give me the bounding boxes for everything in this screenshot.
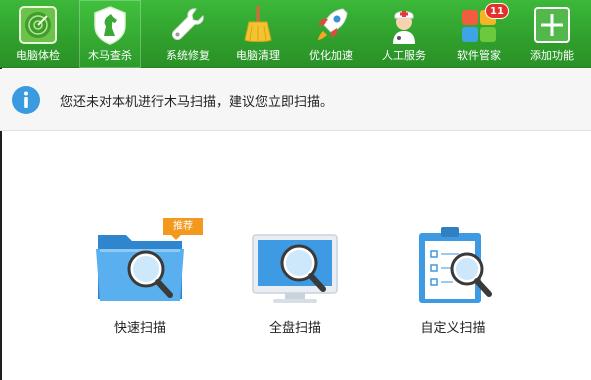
rocket-icon [318,8,348,40]
tool-label: 软件管家 [457,49,501,62]
tool-label: 优化加速 [309,49,353,62]
quick-scan-label: 快速扫描 [113,321,166,336]
tool-software-manager[interactable]: 11 软件管家 [443,0,515,68]
custom-scan-button[interactable]: 自定义扫描 [388,215,518,345]
monitor-search-icon [252,234,338,303]
notice-text: 您还未对本机进行木马扫描，建议您立即扫描。 [60,95,334,110]
horse-shield-icon [94,6,126,45]
tool-label: 电脑清理 [236,49,280,62]
wrench-icon [172,8,204,40]
full-scan-label: 全盘扫描 [268,321,321,336]
tool-add-feature[interactable]: 添加功能 [516,0,588,68]
recommended-tag: 推荐 [163,218,203,240]
plus-icon [534,7,570,43]
tool-optimize[interactable]: 优化加速 [295,0,367,68]
info-icon [12,86,40,114]
update-count-badge: 11 [485,3,509,19]
tool-label: 系统修复 [166,49,210,62]
scan-notice-bar: 您还未对本机进行木马扫描，建议您立即扫描。 [0,69,591,131]
tool-system-repair[interactable]: 系统修复 [152,0,224,68]
full-scan-button[interactable]: 全盘扫描 [230,215,360,345]
clipboard-search-icon [419,227,492,303]
tool-manual-service[interactable]: 人工服务 [368,0,440,68]
broom-icon [244,6,272,42]
tool-pc-checkup[interactable]: 电脑体检 [2,0,74,68]
tool-label: 木马查杀 [88,49,132,62]
radar-icon [19,6,57,44]
tool-label: 人工服务 [382,49,426,62]
doctor-icon [393,11,415,44]
tool-label: 添加功能 [530,49,574,62]
tool-label: 电脑体检 [16,49,60,62]
main-toolbar: 电脑体检 木马查杀 系统修复 电脑清理 优化加速 人工服务 11 软件管家 添加… [0,0,591,68]
tool-pc-cleanup[interactable]: 电脑清理 [222,0,294,68]
custom-scan-label: 自定义扫描 [420,321,486,336]
tool-trojan-scan[interactable]: 木马查杀 [79,0,141,68]
